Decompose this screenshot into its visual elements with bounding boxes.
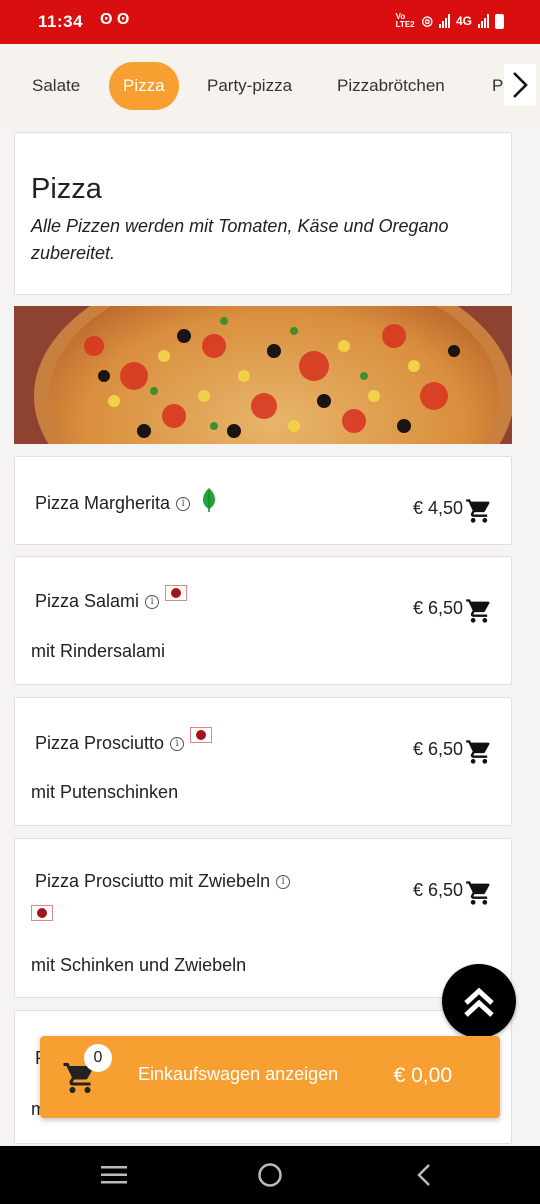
status-right-icons: Vo LTE2 ◎ 4G <box>396 13 504 29</box>
menu-item-title: Pizza Prosciutto i <box>35 727 213 754</box>
chevron-right-icon <box>513 72 528 98</box>
halal-flag-icon <box>165 585 188 601</box>
tab-salate[interactable]: Salate <box>18 62 94 110</box>
battery-icon <box>495 13 504 29</box>
add-to-cart-icon[interactable] <box>465 497 493 525</box>
leaf-icon <box>203 488 216 512</box>
item-price: € 6,50 <box>412 598 463 618</box>
tab-pizzabroetchen[interactable]: Pizzabrötchen <box>323 62 459 110</box>
back-icon[interactable] <box>414 1162 434 1188</box>
notification-icons: ʘ ʘ <box>100 11 130 28</box>
item-price: € 6,50 <box>412 880 463 900</box>
category-header: Pizza Alle Pizzen werden mit Tomaten, Kä… <box>14 132 512 295</box>
hotspot-icon: ◎ <box>421 13 433 28</box>
menu-item-title: Pizza Margherita i <box>35 488 219 514</box>
halal-flag-icon <box>190 727 213 743</box>
recent-apps-icon[interactable] <box>100 1164 128 1186</box>
status-time: 11:34 <box>38 12 84 31</box>
item-name: Pizza Margherita <box>35 493 171 513</box>
volte-label: Vo LTE2 <box>395 12 415 29</box>
item-name: Pizza Prosciutto <box>35 733 165 753</box>
info-icon[interactable]: i <box>276 875 291 890</box>
signal-icon <box>438 14 450 28</box>
info-icon[interactable]: i <box>170 737 185 752</box>
info-icon[interactable]: i <box>145 595 160 610</box>
item-description: mit Putenschinken <box>31 782 179 802</box>
category-description: Alle Pizzen werden mit Tomaten, Käse und… <box>31 216 449 263</box>
cart-count-badge: 0 <box>84 1044 112 1072</box>
add-to-cart-icon[interactable] <box>465 879 493 907</box>
info-icon[interactable]: i <box>176 497 191 512</box>
tabs-next-button[interactable] <box>504 64 536 106</box>
item-price: € 4,50 <box>412 498 463 518</box>
home-icon[interactable] <box>257 1162 283 1188</box>
halal-flag-icon <box>31 905 53 921</box>
category-title: Pizza <box>31 173 102 205</box>
tab-party-pizza[interactable]: Party-pizza <box>193 62 306 110</box>
item-description: mit Schinken und Zwiebeln <box>31 955 247 975</box>
system-nav-bar <box>0 1146 540 1204</box>
item-description: mit Rindersalami <box>31 641 166 661</box>
category-tabs: Salate Pizza Party-pizza Pizzabrötchen P… <box>0 44 540 128</box>
menu-item-title: Pizza Salami i <box>35 585 188 612</box>
menu-item[interactable]: Pizza Prosciutto mit Zwiebeln i € 6,50 mi… <box>14 838 512 998</box>
add-to-cart-icon[interactable] <box>465 597 493 625</box>
view-cart-label: Einkaufswagen anzeigen <box>138 1064 339 1084</box>
network-type: 4G <box>455 14 472 28</box>
item-name: Pizza Salami <box>35 591 140 611</box>
status-bar: 11:34 ʘ ʘ Vo LTE2 ◎ 4G <box>0 0 540 44</box>
category-banner-image <box>14 306 512 444</box>
tab-pizza[interactable]: Pizza <box>109 62 179 110</box>
item-price: € 6,50 <box>412 739 463 759</box>
menu-item[interactable]: Pizza Margherita i € 4,50 <box>14 456 512 545</box>
signal-icon-2 <box>478 14 489 28</box>
scroll-to-top-button[interactable] <box>442 964 516 1038</box>
menu-item[interactable]: Pizza Salami i € 6,50 mit Rindersalami <box>14 556 512 685</box>
cart-total: € 0,00 <box>393 1064 452 1087</box>
add-to-cart-icon[interactable] <box>465 738 493 766</box>
view-cart-button[interactable]: 0 Einkaufswagen anzeigen € 0,00 <box>40 1036 500 1118</box>
menu-item-title: Pizza Prosciutto mit Zwiebeln i <box>35 871 291 892</box>
item-name: Pizza Prosciutto mit Zwiebeln <box>35 871 271 891</box>
menu-item[interactable]: Pizza Prosciutto i € 6,50 mit Putenschink… <box>14 697 512 826</box>
double-chevron-up-icon <box>464 987 494 1017</box>
